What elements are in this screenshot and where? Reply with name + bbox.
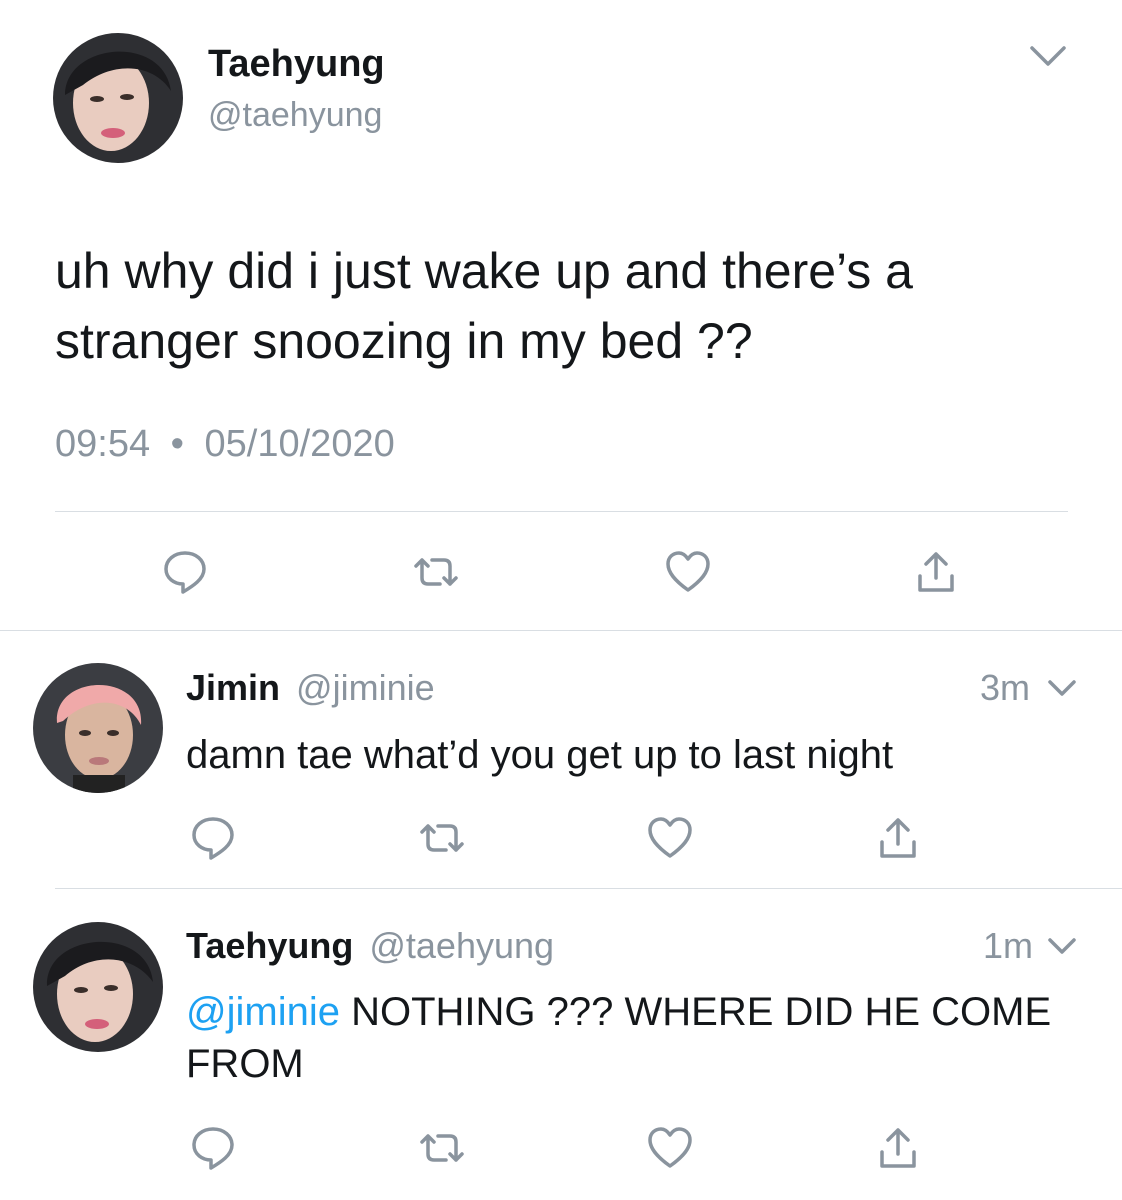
retweet-button[interactable] <box>412 1118 472 1178</box>
like-button[interactable] <box>640 808 700 868</box>
heart-icon <box>648 1127 692 1168</box>
reply-text: @jiminie NOTHING ??? WHERE DID HE COME F… <box>186 986 1096 1090</box>
share-icon <box>880 818 916 858</box>
reply-age: 3m <box>980 667 1031 708</box>
timestamp-separator: • <box>170 423 184 465</box>
reply-age: 1m <box>983 925 1034 966</box>
retweet-icon <box>420 824 464 852</box>
retweet-icon <box>420 1134 464 1162</box>
tweet-time: 09:54 <box>55 423 151 465</box>
reply-button[interactable] <box>183 1118 243 1178</box>
reply-header: Jimin @jiminie <box>186 666 435 710</box>
heart-icon <box>648 817 692 858</box>
heart-icon <box>666 551 710 592</box>
avatar[interactable] <box>33 922 163 1052</box>
tweet-menu-button[interactable] <box>1044 674 1080 704</box>
tweet-text: uh why did i just wake up and there’s a … <box>55 243 913 369</box>
section-divider <box>0 630 1122 631</box>
reply-icon <box>192 1127 234 1170</box>
user-handle[interactable]: @taehyung <box>369 925 554 966</box>
chevron-down-icon <box>1030 46 1066 66</box>
retweet-button[interactable] <box>406 542 466 602</box>
reply-icon <box>192 817 234 860</box>
tweet-date: 05/10/2020 <box>204 423 395 465</box>
display-name[interactable]: Taehyung <box>186 925 353 966</box>
share-icon <box>880 1128 916 1168</box>
avatar[interactable] <box>33 663 163 793</box>
tweet-menu-button[interactable] <box>1024 36 1072 76</box>
avatar[interactable] <box>53 33 183 163</box>
retweet-icon <box>414 558 458 586</box>
share-icon <box>918 552 954 592</box>
like-button[interactable] <box>658 542 718 602</box>
reply-icon <box>164 551 206 594</box>
divider <box>55 511 1068 512</box>
mention-link[interactable]: @jiminie <box>186 990 340 1034</box>
share-button[interactable] <box>868 1118 928 1178</box>
reply-header: Taehyung @taehyung <box>186 924 554 968</box>
display-name[interactable]: Taehyung <box>208 42 385 86</box>
chevron-down-icon <box>1048 938 1076 954</box>
divider <box>55 888 1122 889</box>
reply-button[interactable] <box>155 542 215 602</box>
user-handle[interactable]: @taehyung <box>208 95 382 135</box>
share-button[interactable] <box>906 542 966 602</box>
chevron-down-icon <box>1048 680 1076 696</box>
like-button[interactable] <box>640 1118 700 1178</box>
user-handle[interactable]: @jiminie <box>296 667 435 708</box>
share-button[interactable] <box>868 808 928 868</box>
reply-button[interactable] <box>183 808 243 868</box>
tweet-timestamp: 09:54 • 05/10/2020 <box>55 422 395 466</box>
reply-text: damn tae what’d you get up to last night <box>186 733 894 777</box>
tweet-menu-button[interactable] <box>1044 932 1080 962</box>
display-name[interactable]: Jimin <box>186 667 280 708</box>
retweet-button[interactable] <box>412 808 472 868</box>
